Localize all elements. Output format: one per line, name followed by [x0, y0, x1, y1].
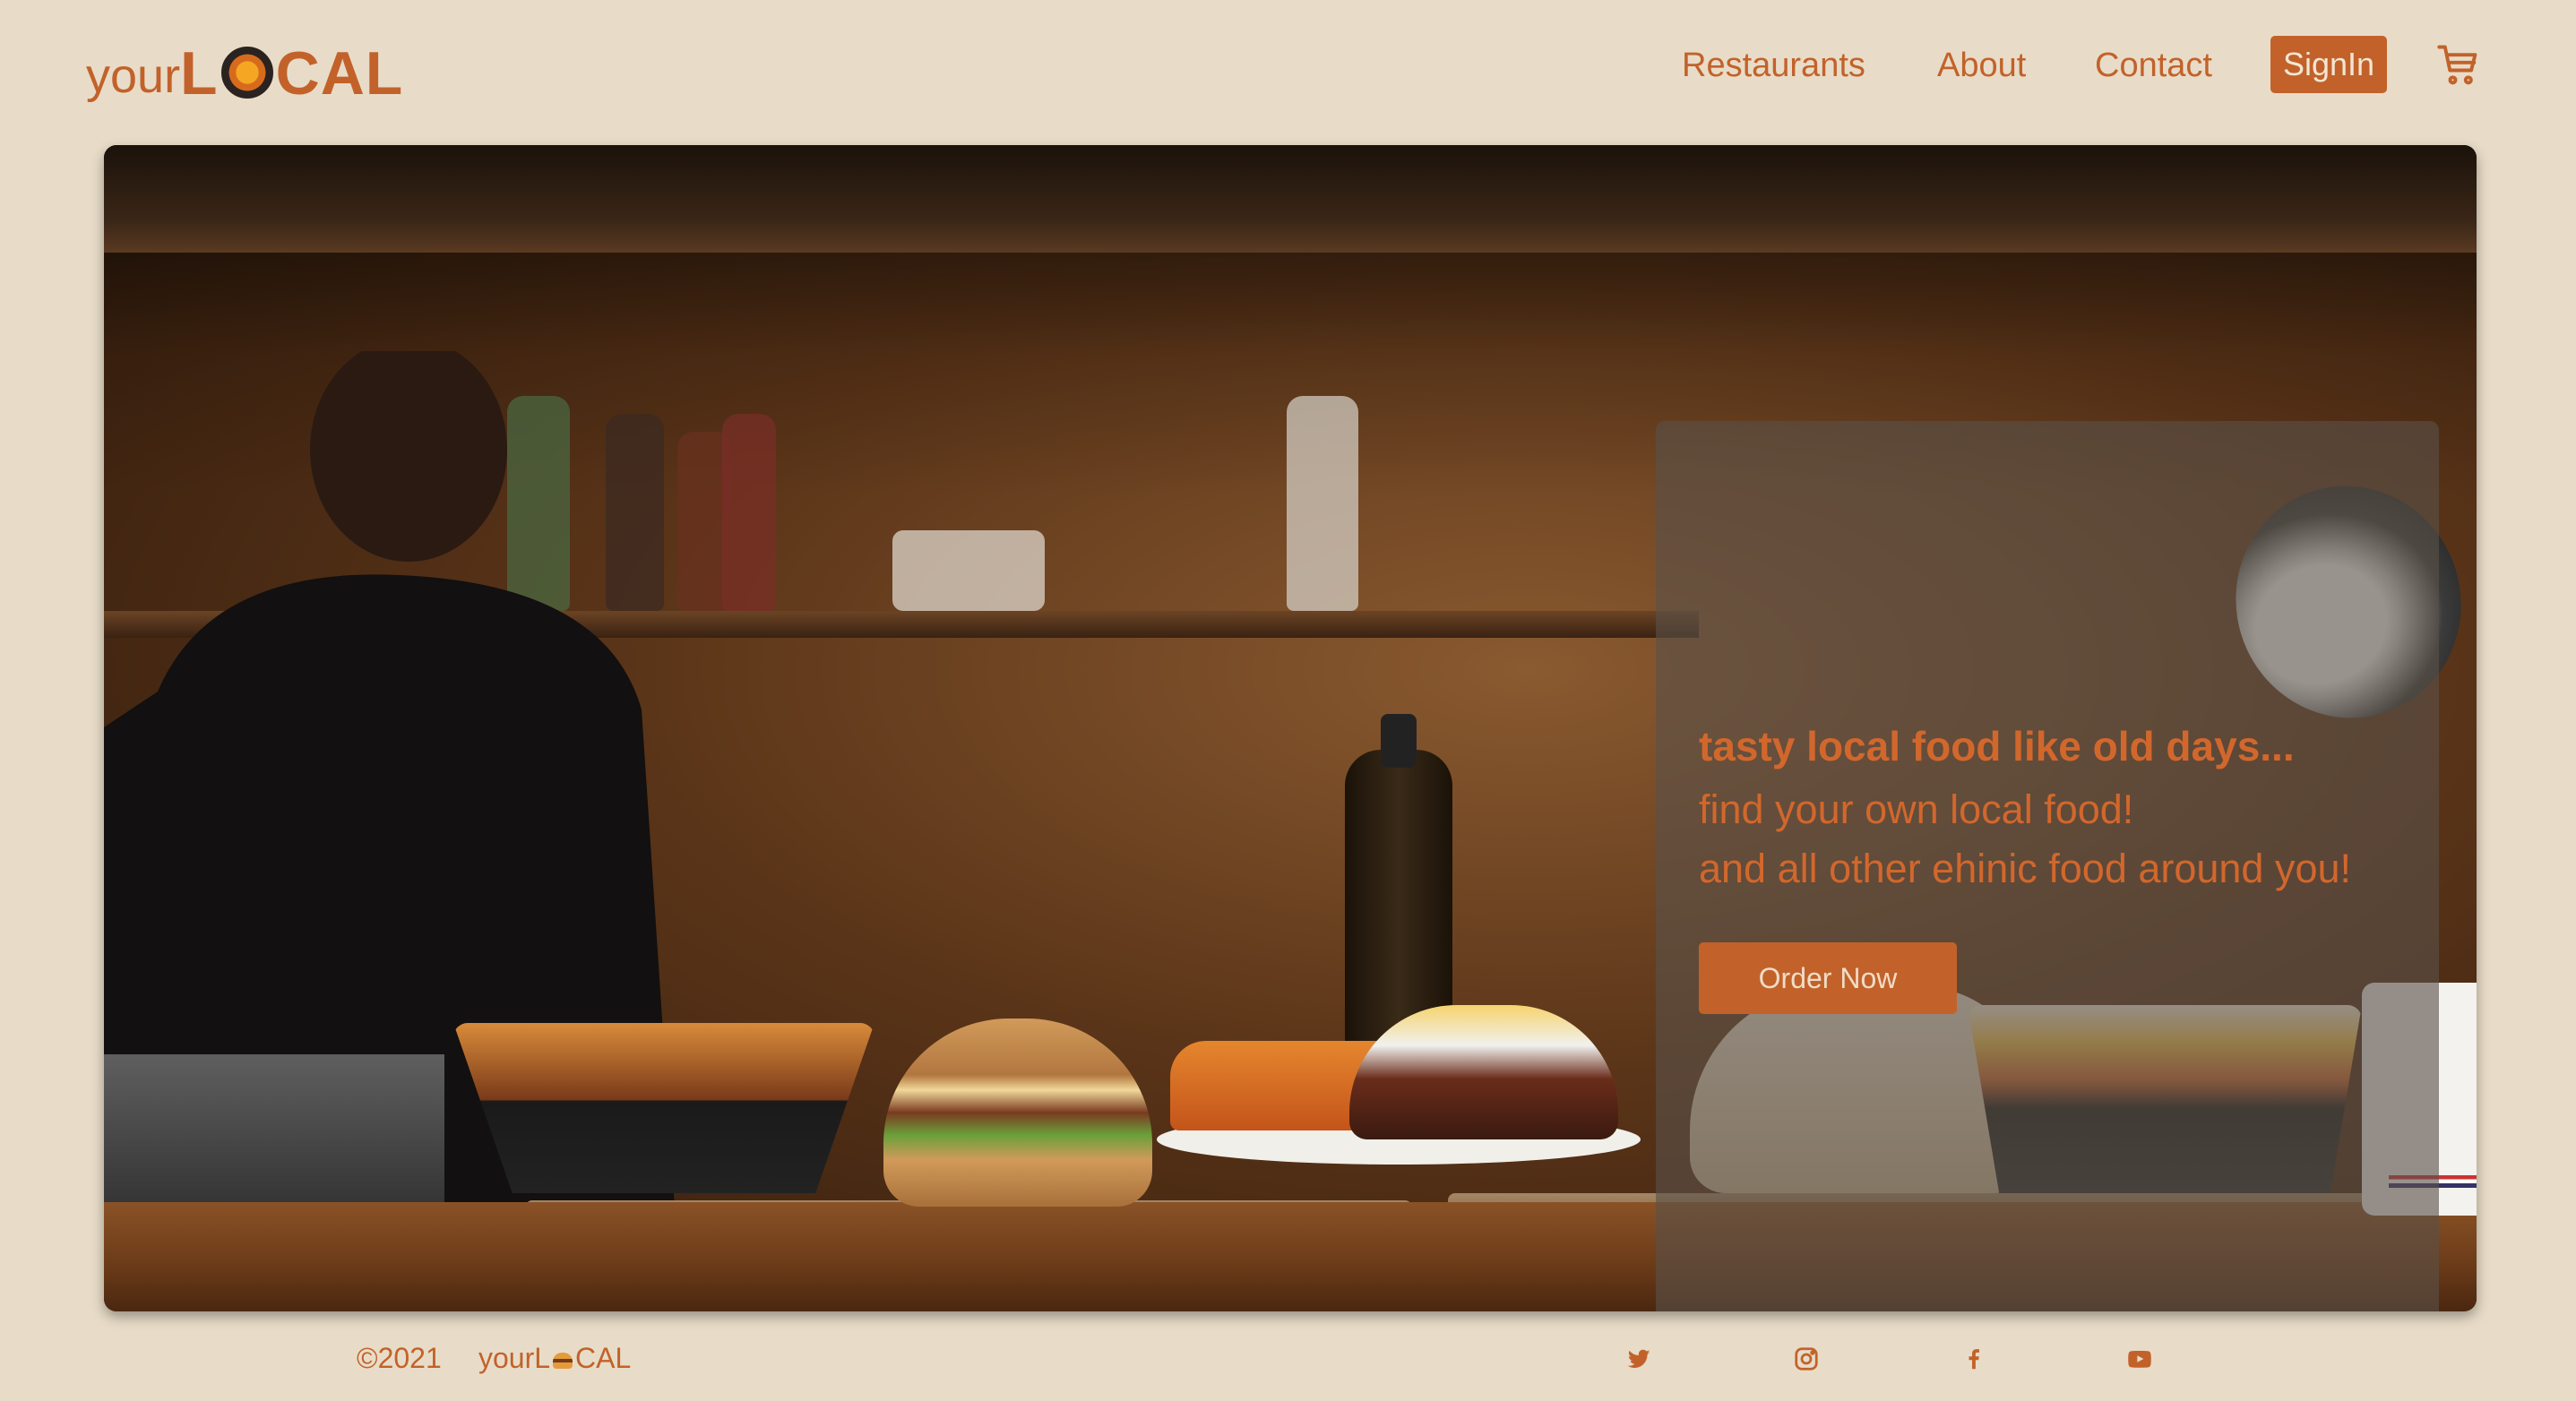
- footer-brand-prefix: yourL: [478, 1342, 551, 1374]
- logo-prefix: your: [86, 49, 181, 103]
- order-now-button[interactable]: Order Now: [1699, 942, 1957, 1014]
- cart-icon[interactable]: [2435, 41, 2482, 88]
- hero-bg-ceiling: [104, 145, 2477, 253]
- hero-subline-2: and all other ehinic food around you!: [1699, 846, 2352, 891]
- facebook-icon[interactable]: [1960, 1345, 1987, 1372]
- copyright-text: ©2021: [357, 1342, 442, 1374]
- signin-button[interactable]: SignIn: [2270, 36, 2387, 93]
- hero-bg-jar: [892, 530, 1045, 611]
- footer-brand: yourL CAL: [478, 1342, 631, 1375]
- hero-food-burger: [883, 1019, 1152, 1207]
- hero-headline: tasty local food like old days...: [1699, 723, 2295, 769]
- hero-banner: tasty local food like old days... find y…: [104, 145, 2477, 1311]
- hero-bg-bottle: [1287, 396, 1358, 611]
- hero-food-fries-tray: [453, 1023, 874, 1193]
- site-header: your L CAL Restaurants About Contact Sig…: [0, 0, 2576, 143]
- instagram-icon[interactable]: [1793, 1345, 1820, 1372]
- brand-logo[interactable]: your L CAL: [86, 32, 403, 104]
- twitter-icon[interactable]: [1625, 1345, 1652, 1372]
- footer-brand-suffix: CAL: [575, 1342, 632, 1374]
- site-footer: ©2021 yourL CAL: [0, 1335, 2576, 1401]
- hero-promo-card: tasty local food like old days... find y…: [1656, 421, 2439, 1311]
- logo-suffix: CAL: [275, 39, 404, 107]
- food-bowl-icon: [220, 47, 273, 99]
- youtube-icon[interactable]: [2125, 1345, 2152, 1372]
- nav-contact[interactable]: Contact: [2095, 36, 2212, 95]
- hero-subline-1: find your own local food!: [1699, 786, 2134, 832]
- logo-letter-l: L: [180, 39, 219, 107]
- nav-restaurants[interactable]: Restaurants: [1682, 36, 1865, 95]
- burger-icon: [553, 1353, 573, 1369]
- nav-about[interactable]: About: [1937, 36, 2026, 95]
